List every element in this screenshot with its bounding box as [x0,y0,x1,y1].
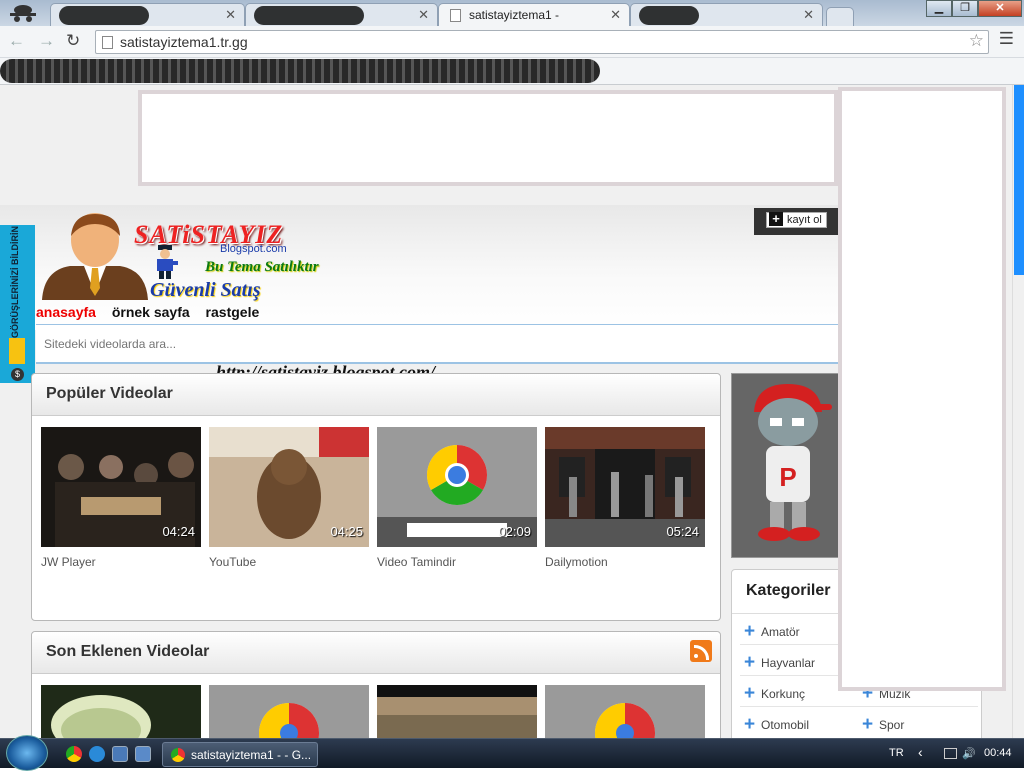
window-switch-icon[interactable] [135,746,151,762]
browser-tab-strip: ✕ ✕ satistayiztema1 - ✕ ✕ ▁ ❐ ✕ [0,0,1024,26]
logo-safe-text: Güvenli Satış [150,279,261,301]
language-indicator[interactable]: TR [889,747,904,759]
video-duration: 04:25 [330,524,363,539]
recent-videos-panel: Son Eklenen Videolar [31,631,721,738]
svg-text:P: P [779,462,796,492]
window-controls: ▁ ❐ ✕ [926,0,1022,18]
tray-expand-icon[interactable]: ‹ [918,744,923,760]
video-card[interactable] [41,685,201,738]
browser-tab-active[interactable]: satistayiztema1 - ✕ [438,3,630,26]
clock[interactable]: 00:44 [984,747,1012,759]
bookmarks-bar [0,58,1024,85]
windows-taskbar: satistayiztema1 - - G... TR ‹ 🔊 00:44 [0,735,1024,771]
category-link[interactable]: Hayvanlar [744,652,815,674]
video-thumbnail[interactable] [377,685,537,738]
feedback-tab[interactable]: GÖRÜŞLERİNİZİ BİLDİRİN $ [0,225,35,383]
volume-icon[interactable]: 🔊 [962,747,976,760]
panel-title: Son Eklenen Videolar [32,632,720,674]
desktop-icon[interactable] [112,746,128,762]
video-duration: 04:24 [162,524,195,539]
back-arrow-icon[interactable]: ← [8,31,25,51]
video-thumbnail[interactable]: 04:25 [209,427,369,547]
menu-item-anasayfa[interactable]: anasayfa [36,304,96,320]
category-link[interactable]: Korkunç [744,683,805,705]
url-text[interactable]: satistayiztema1.tr.gg [120,34,248,50]
page-icon [450,9,461,22]
site-header: SATiSTAYIZ Blogspot.com Bu Tema Satılıkt… [0,205,850,330]
police-figure-icon [152,245,181,279]
top-ad-banner[interactable] [138,90,838,186]
close-button[interactable]: ✕ [978,0,1022,17]
tab-close-icon[interactable]: ✕ [803,7,814,23]
reload-icon[interactable]: ↻ [66,31,80,51]
video-title[interactable]: Dailymotion [545,555,705,569]
video-thumbnail[interactable] [41,685,201,738]
video-title[interactable]: YouTube [209,555,369,569]
tab-title: satistayiztema1 - [469,8,560,22]
browser-tab-4[interactable]: ✕ [630,3,823,26]
logo-icon: $ [11,368,24,381]
video-title[interactable]: JW Player [41,555,201,569]
video-thumbnail[interactable]: 02:09 [377,427,537,547]
browser-tab-1[interactable]: ✕ [50,3,245,26]
video-card[interactable]: 04:24 JW Player [41,427,201,569]
video-thumbnail[interactable] [545,685,705,738]
start-button[interactable] [6,735,48,771]
popular-videos-panel: Popüler Videolar 04:24 JW Player 04:25 Y… [31,373,721,621]
page-scrollbar[interactable] [1012,85,1024,738]
search-input[interactable] [36,325,838,363]
maximize-button[interactable]: ❐ [952,0,978,17]
register-box: kayıt ol [754,208,838,235]
rss-icon[interactable] [690,640,712,662]
video-thumbnail[interactable]: 04:24 [41,427,201,547]
video-title[interactable]: Video Tamindir [377,555,537,569]
video-card[interactable]: 04:25 YouTube [209,427,369,569]
taskbar-task-chrome[interactable]: satistayiztema1 - - G... [162,742,318,767]
network-icon[interactable] [944,748,957,759]
tab-close-icon[interactable]: ✕ [610,7,621,23]
menu-item-rastgele[interactable]: rastgele [206,304,260,320]
internet-explorer-icon[interactable] [89,746,105,762]
tab-close-icon[interactable]: ✕ [418,7,429,23]
bookmark-star-icon[interactable]: ☆ [969,31,984,51]
forward-arrow-icon[interactable]: → [38,31,55,51]
minimize-button[interactable]: ▁ [926,0,952,17]
scrollbar-thumb[interactable] [1014,85,1024,275]
web-page: SATiSTAYIZ Blogspot.com Bu Tema Satılıkt… [0,85,1012,738]
address-bar[interactable]: satistayiztema1.tr.gg ☆ [95,30,989,54]
video-card[interactable] [209,685,369,738]
browser-tab-2[interactable]: ✕ [245,3,438,26]
video-card[interactable]: 02:09 Video Tamindir [377,427,537,569]
category-link[interactable]: Amatör [744,621,800,643]
incognito-icon [6,2,40,24]
category-link[interactable]: Otomobil [744,714,809,736]
browser-toolbar: ← → ↻ satistayiztema1.tr.gg ☆ ☰ [0,26,1024,58]
redacted-bookmarks [0,59,600,83]
new-tab-button[interactable] [826,7,854,26]
video-thumbnail[interactable]: 05:24 [545,427,705,547]
mascot-banner[interactable]: P [731,373,841,558]
video-card[interactable]: 05:24 Dailymotion [545,427,705,569]
site-search [36,324,838,364]
video-thumbnail[interactable] [209,685,369,738]
menu-icon[interactable]: ☰ [999,29,1014,49]
main-menu: anasayfa örnek sayfa rastgele [36,304,271,320]
logo-tagline: Bu Tema Satılıktır [205,259,319,275]
feedback-label: GÖRÜŞLERİNİZİ BİLDİRİN [10,226,20,338]
menu-item-ornek-sayfa[interactable]: örnek sayfa [112,304,190,320]
panel-title: Popüler Videolar [32,374,720,416]
category-link[interactable]: Spor [862,714,904,736]
logo-subtitle: Blogspot.com [220,243,287,255]
page-icon [102,36,113,49]
chrome-icon[interactable] [66,746,82,762]
video-duration: 05:24 [666,524,699,539]
tab-close-icon[interactable]: ✕ [225,7,236,23]
register-button[interactable]: kayıt ol [766,212,827,228]
arrow-icon [9,338,25,364]
video-card[interactable] [377,685,537,738]
video-card[interactable] [545,685,705,738]
right-ad-banner[interactable] [838,87,1006,691]
video-duration: 02:09 [498,524,531,539]
